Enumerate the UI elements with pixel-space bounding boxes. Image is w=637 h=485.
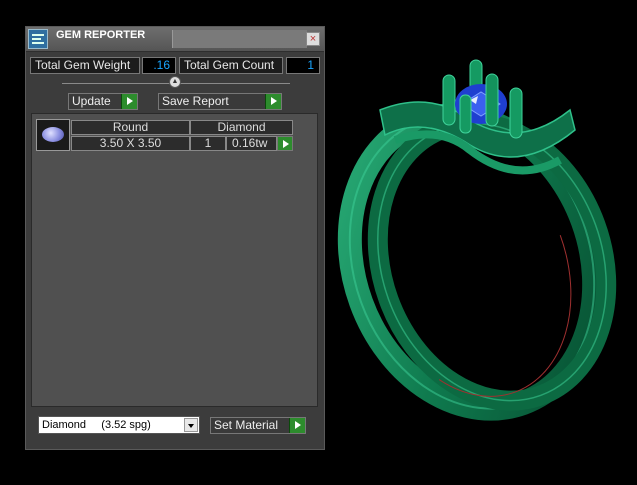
- window-title: GEM REPORTER: [56, 29, 146, 41]
- total-gem-weight-label: Total Gem Weight: [30, 57, 140, 74]
- gem-count: 1: [190, 136, 226, 151]
- gem-weight: 0.16tw: [226, 136, 277, 151]
- total-gem-weight-value: .16: [142, 57, 176, 74]
- gem-reporter-icon: [28, 29, 48, 49]
- gem-reporter-panel: GEM REPORTER × Total Gem Weight .16 Tota…: [25, 26, 325, 450]
- close-button[interactable]: ×: [306, 32, 320, 46]
- set-material-label: Set Material: [214, 418, 279, 432]
- gem-list: Round Diamond 3.50 X 3.50 1 0.16tw: [31, 113, 318, 407]
- total-gem-count-value: 1: [286, 57, 320, 74]
- gem-material: Diamond: [190, 120, 293, 135]
- title-bar[interactable]: GEM REPORTER ×: [26, 27, 324, 52]
- update-label: Update: [72, 94, 111, 108]
- gem-shape: Round: [71, 120, 190, 135]
- material-select[interactable]: Diamond (3.52 spg): [38, 416, 200, 434]
- play-icon: [121, 94, 137, 109]
- save-report-button[interactable]: Save Report: [158, 93, 282, 110]
- update-button[interactable]: Update: [68, 93, 138, 110]
- dropdown-arrow-icon[interactable]: [184, 418, 198, 432]
- set-material-button[interactable]: Set Material: [210, 417, 306, 434]
- material-select-value: Diamond (3.52 spg): [42, 419, 151, 431]
- play-icon: [289, 418, 305, 433]
- collapse-handle-icon[interactable]: ▲: [169, 76, 181, 88]
- save-report-label: Save Report: [162, 94, 229, 108]
- play-icon: [283, 140, 289, 148]
- title-spacer: [172, 30, 307, 48]
- gem-size: 3.50 X 3.50: [71, 136, 190, 151]
- play-icon: [265, 94, 281, 109]
- total-gem-count-label: Total Gem Count: [179, 57, 283, 74]
- gem-preview-icon: [42, 127, 64, 142]
- gem-detail-button[interactable]: [277, 136, 293, 151]
- round-gem-thumbnail: [36, 119, 70, 151]
